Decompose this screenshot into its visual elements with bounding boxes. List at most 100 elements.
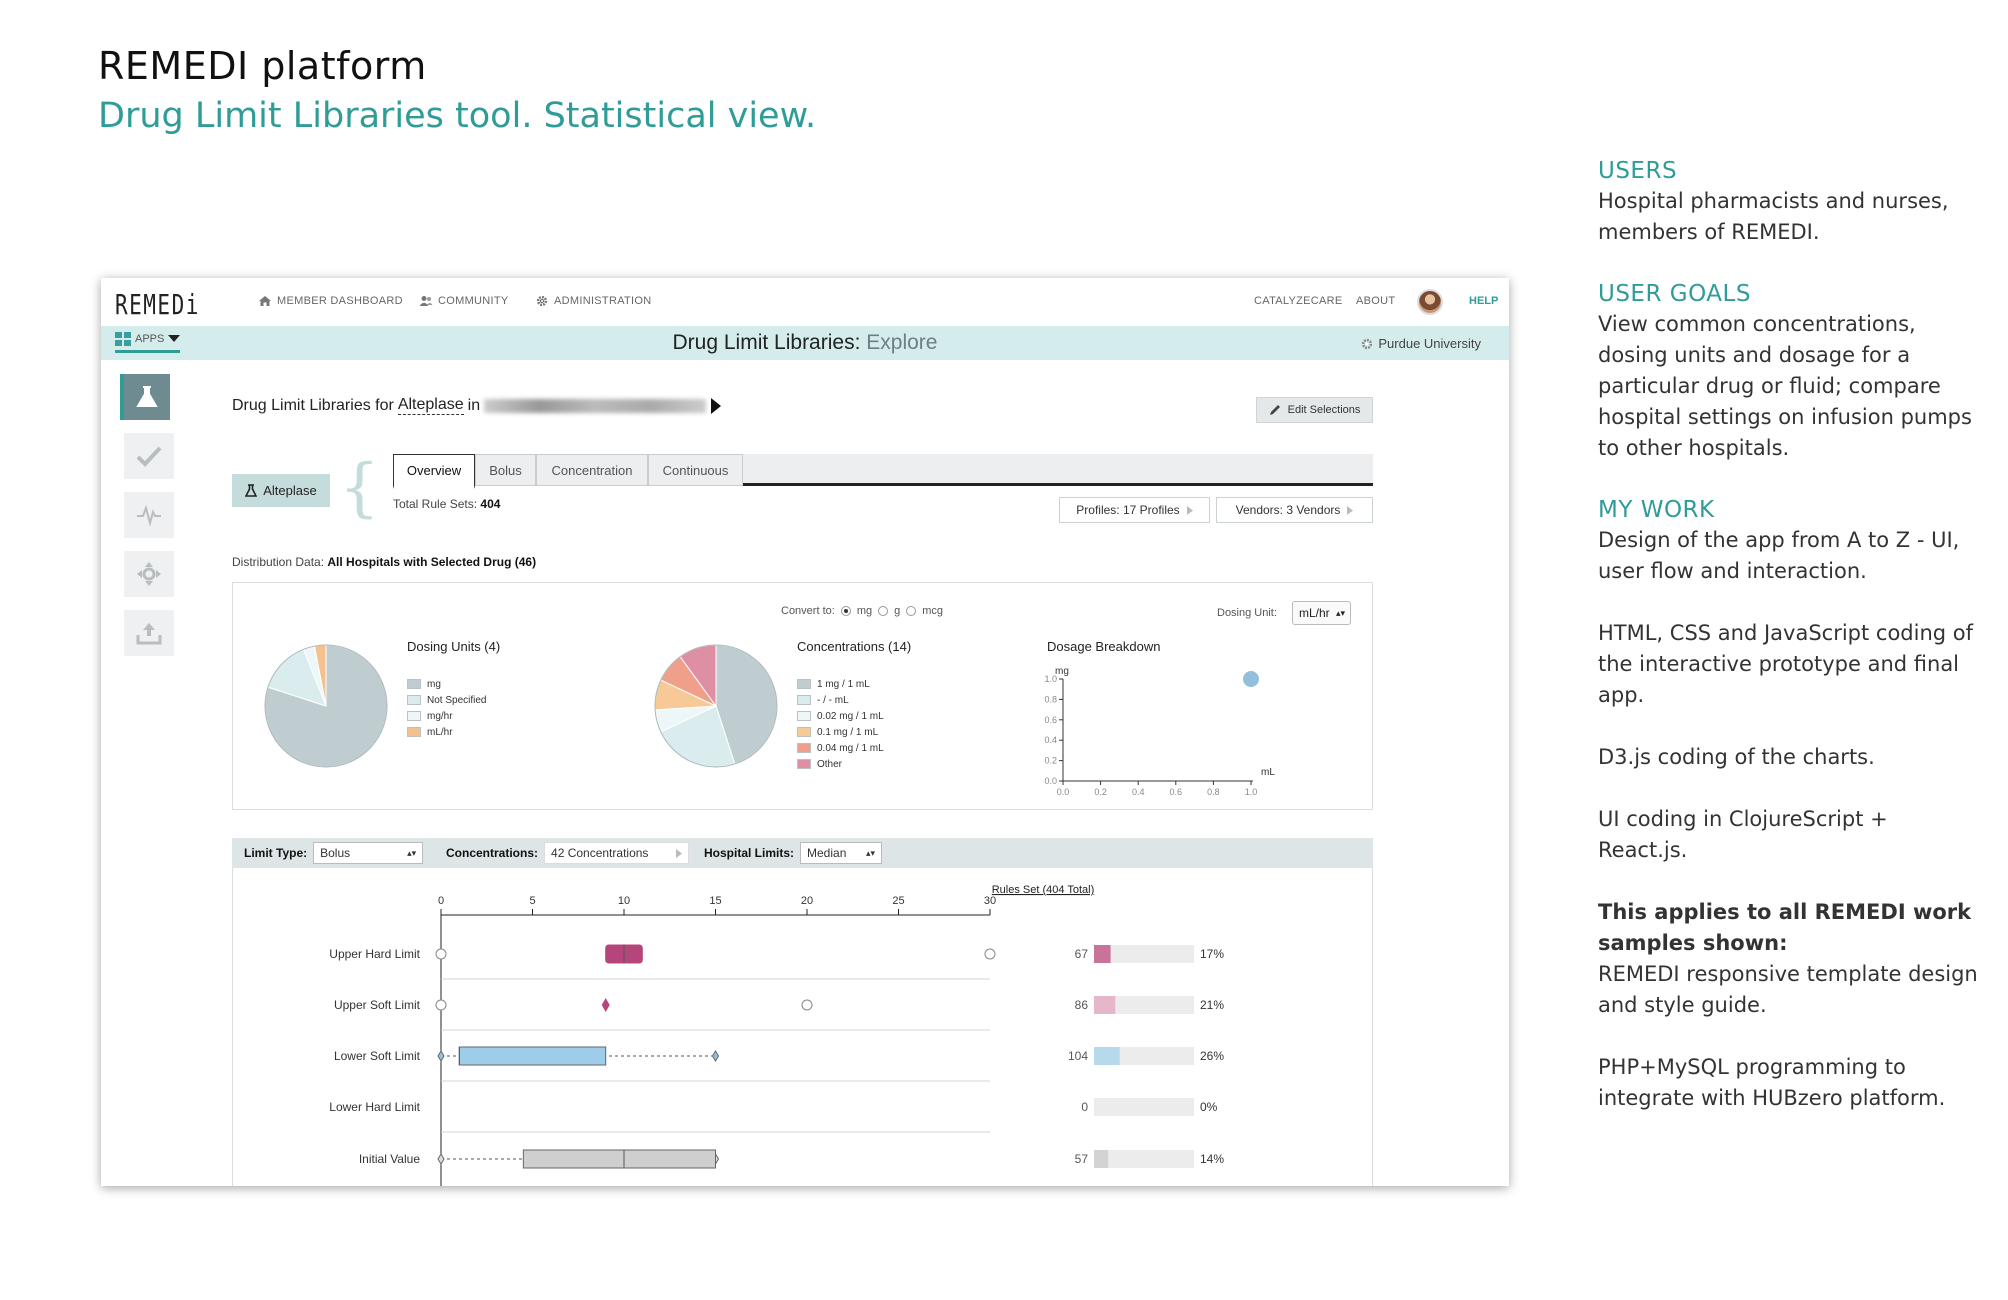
profiles-label: Profiles: 17 Profiles — [1076, 503, 1180, 517]
legend-swatch — [407, 711, 421, 721]
drug-name-link[interactable]: Alteplase — [397, 396, 464, 415]
work-text-2: HTML, CSS and JavaScript coding of the i… — [1598, 621, 1974, 707]
nav-administration[interactable]: ADMINISTRATION — [535, 295, 652, 307]
organization-label[interactable]: Purdue University — [1361, 336, 1481, 351]
bar-track — [1094, 1098, 1194, 1116]
tool-check[interactable] — [124, 433, 174, 479]
limit-type-select[interactable]: Bolus ▴▾ — [313, 842, 424, 864]
nav-about[interactable]: ABOUT — [1356, 295, 1395, 307]
pencil-icon — [1269, 405, 1280, 415]
concentrations-select[interactable]: 42 Concentrations — [544, 842, 690, 864]
edit-selections-label: Edit Selections — [1287, 404, 1361, 416]
bar[interactable] — [1094, 996, 1116, 1014]
box[interactable] — [522, 1149, 716, 1169]
app-heading-sub: Explore — [866, 331, 938, 354]
hospital-limits-select[interactable]: Median ▴▾ — [800, 842, 883, 864]
app-window: REMEDi MEMBER DASHBOARD COMMUNITY ADMINI… — [101, 278, 1509, 1186]
chart-title: Dosage Breakdown — [1047, 639, 1161, 654]
organization-name: Purdue University — [1378, 336, 1481, 351]
tool-upload[interactable] — [124, 610, 174, 656]
convert-radio-mcg[interactable] — [906, 606, 917, 616]
convert-radio-g[interactable] — [878, 606, 889, 616]
x-tick-label: 30 — [984, 895, 996, 907]
y-tick-label: 0.0 — [1044, 776, 1057, 786]
concentrations-filter-label: Concentrations: — [446, 846, 539, 860]
distribution-label: Distribution Data: — [232, 555, 325, 569]
outlier-point[interactable] — [984, 948, 996, 960]
drug-header-in: in — [467, 396, 481, 414]
caret-right-icon[interactable] — [710, 397, 722, 414]
legend-swatch — [797, 743, 811, 753]
legend-item: - / - mL — [797, 692, 884, 708]
nav-community[interactable]: COMMUNITY — [419, 295, 509, 307]
row-label: Upper Hard Limit — [329, 947, 420, 961]
work-heading: MY WORK — [1598, 497, 1715, 523]
legend-item: Not Specified — [407, 692, 486, 708]
top-navigation: REMEDi MEMBER DASHBOARD COMMUNITY ADMINI… — [101, 278, 1509, 326]
x-tick-label: 0.4 — [1132, 787, 1145, 797]
updown-icon: ▴▾ — [865, 847, 876, 858]
outlier-point[interactable] — [435, 948, 447, 960]
box[interactable] — [458, 1046, 607, 1066]
nav-member-dashboard[interactable]: MEMBER DASHBOARD — [258, 295, 403, 307]
edit-selections-button[interactable]: Edit Selections — [1256, 397, 1373, 423]
limit-type-value: Bolus — [320, 846, 351, 860]
distribution-panel: Convert to: mg g mcg Dosing Unit: mL/hr … — [232, 582, 1373, 810]
legend-item: 0.04 mg / 1 mL — [797, 740, 884, 756]
applies-heading: This applies to all REMEDI work samples … — [1598, 900, 1972, 955]
outlier-point[interactable] — [435, 999, 447, 1011]
help-link[interactable]: HELP — [1469, 295, 1498, 307]
drug-chip[interactable]: Alteplase — [232, 474, 330, 507]
nav-catalyzecare[interactable]: CATALYZECARE — [1254, 295, 1343, 307]
rule-percent: 17% — [1200, 947, 1224, 961]
legend-label: - / - mL — [817, 694, 849, 706]
x-tick-label: 0.2 — [1094, 787, 1107, 797]
flask-icon — [136, 386, 158, 407]
brace-decoration: { — [339, 451, 380, 525]
whisker-end — [711, 1050, 720, 1062]
legend-label: 0.04 mg / 1 mL — [817, 742, 884, 754]
dosing-unit-select[interactable]: mL/hr ▴▾ — [1292, 601, 1351, 625]
row-label: Initial Value — [359, 1152, 420, 1166]
legend-item: mL/hr — [407, 724, 486, 740]
tab-continuous[interactable]: Continuous — [648, 454, 743, 486]
remedi-logo[interactable]: REMEDi — [115, 288, 200, 321]
legend-swatch — [797, 711, 811, 721]
convert-radio-mg[interactable] — [840, 606, 851, 616]
applies-text: REMEDI responsive template design and st… — [1598, 962, 1978, 1017]
outlier-point[interactable] — [801, 999, 813, 1011]
work-text-4: UI coding in ClojureScript + React.js. — [1598, 807, 1888, 862]
app-subheader: APPS Drug Limit Libraries: Explore Purdu… — [101, 326, 1509, 360]
tool-flask[interactable] — [120, 374, 170, 420]
dosage-breakdown-chart: mg mL 0.0 0.2 0.4 0.6 0.8 1.0 0.0 0.2 0.4 0.6 0.8 1.0 — [1044, 666, 1275, 797]
x-tick-label: 10 — [618, 895, 630, 907]
tool-activity[interactable] — [124, 492, 174, 538]
vendors-selector[interactable]: Vendors: 3 Vendors — [1216, 497, 1373, 523]
scatter-point[interactable] — [1243, 671, 1259, 687]
limit-filter-bar: Limit Type: Bolus ▴▾ Concentrations: 42 … — [232, 838, 1373, 868]
bar[interactable] — [1094, 1047, 1120, 1065]
tool-move[interactable] — [124, 551, 174, 597]
bar[interactable] — [1094, 1150, 1109, 1168]
dosing-units-pie — [264, 644, 388, 768]
work-text-5: PHP+MySQL programming to integrate with … — [1598, 1055, 1946, 1110]
dosing-units-legend: mg Not Specified mg/hr mL/hr — [407, 676, 486, 740]
profiles-selector[interactable]: Profiles: 17 Profiles — [1059, 497, 1210, 523]
avatar[interactable] — [1417, 289, 1443, 315]
tab-overview[interactable]: Overview — [393, 454, 475, 489]
bar[interactable] — [1094, 945, 1111, 963]
chart-title: Dosing Units (4) — [407, 639, 501, 654]
gear-icon — [1362, 338, 1373, 349]
legend-swatch — [407, 727, 421, 737]
tab-bolus[interactable]: Bolus — [475, 454, 536, 486]
rules-set-title[interactable]: Rules Set (404 Total) — [992, 884, 1095, 896]
page-subtitle: Drug Limit Libraries tool. Statistical v… — [98, 96, 817, 136]
x-tick-label: 20 — [801, 895, 813, 907]
convert-option-g: g — [894, 605, 901, 617]
legend-swatch — [797, 727, 811, 737]
x-tick-label: 0.6 — [1170, 787, 1183, 797]
box[interactable] — [601, 998, 610, 1012]
tab-concentration[interactable]: Concentration — [536, 454, 648, 486]
x-tick-label: 0.8 — [1207, 787, 1220, 797]
legend-label: mg — [427, 678, 441, 690]
